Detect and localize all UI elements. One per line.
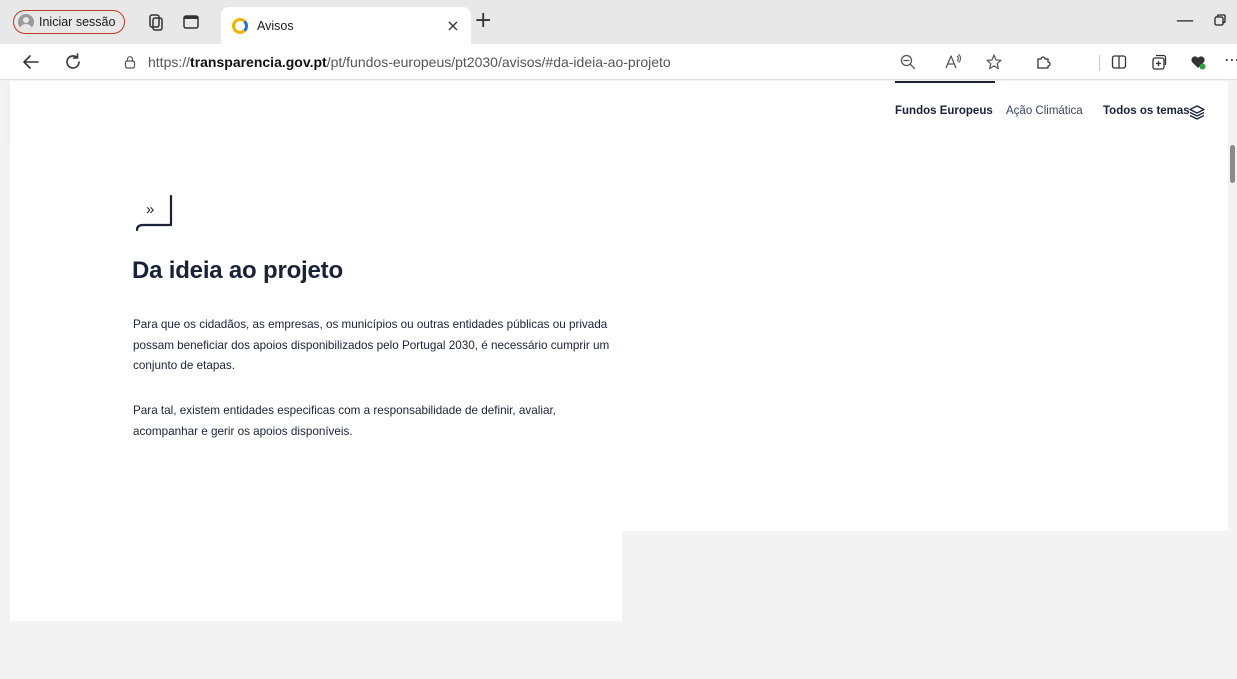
site-header: Fundos Europeus Ação Climática Todos os … — [10, 81, 1228, 141]
profile-label: Iniciar sessão — [39, 15, 116, 29]
section-paragraph-1: Para que os cidadãos, as empresas, os mu… — [133, 318, 610, 372]
profile-avatar-icon — [18, 14, 34, 30]
tab-actions-icon[interactable] — [181, 12, 201, 32]
page-scrollbar[interactable] — [1228, 81, 1237, 679]
section-paragraph-2: Para tal, existem entidades especificas … — [133, 404, 556, 438]
back-arrow-icon[interactable] — [20, 51, 42, 73]
collections-icon[interactable] — [1150, 53, 1168, 71]
section-icon-glyph: » — [146, 201, 154, 218]
idea-arrow-icon: » — [135, 194, 173, 232]
browser-tab-bar: Iniciar sessão Avisos × + — — [0, 0, 1237, 44]
nav-fundos-europeus[interactable]: Fundos Europeus — [895, 105, 993, 117]
extensions-icon[interactable] — [1034, 53, 1052, 71]
close-tab-icon[interactable]: × — [445, 16, 461, 35]
url-text: https://transparencia.gov.pt/pt/fundos-e… — [148, 54, 671, 70]
section-title: Da ideia ao projeto — [132, 257, 343, 284]
content-panel-right — [622, 141, 1228, 531]
browser-essentials-icon[interactable] — [1189, 53, 1207, 71]
tab-title: Avisos — [257, 18, 294, 33]
site-info-icon[interactable] — [123, 55, 137, 69]
tab-avisos[interactable]: Avisos × — [221, 7, 471, 44]
content-panel — [10, 141, 622, 621]
toolbar-separator — [1099, 55, 1100, 71]
address-bar[interactable]: https://transparencia.gov.pt/pt/fundos-e… — [107, 48, 1022, 76]
refresh-icon[interactable] — [62, 51, 84, 73]
new-tab-button[interactable]: + — [474, 10, 492, 32]
browser-toolbar: https://transparencia.gov.pt/pt/fundos-e… — [0, 44, 1237, 80]
scrollbar-thumb[interactable] — [1230, 145, 1235, 183]
url-domain: transparencia.gov.pt — [190, 54, 327, 70]
url-prefix: https:// — [148, 54, 191, 70]
split-screen-icon[interactable] — [1110, 53, 1128, 71]
nav-todos-os-temas[interactable]: Todos os temas — [1103, 105, 1190, 117]
site-favicon-icon — [232, 17, 248, 34]
zoom-out-icon[interactable] — [899, 53, 917, 71]
web-page: Fundos Europeus Ação Climática Todos os … — [10, 81, 1228, 679]
settings-more-icon[interactable]: ⋯ — [1224, 50, 1237, 69]
profile-button[interactable]: Iniciar sessão — [13, 10, 126, 34]
url-path: /pt/fundos-europeus/pt2030/avisos/#da-id… — [326, 54, 671, 70]
read-aloud-icon[interactable] — [944, 53, 962, 71]
restore-window-icon[interactable] — [1214, 14, 1226, 26]
workspaces-icon[interactable] — [145, 12, 165, 32]
nav-acao-climatica[interactable]: Ação Climática — [1006, 105, 1083, 117]
layers-icon[interactable] — [1188, 103, 1206, 121]
active-nav-indicator — [895, 81, 995, 83]
favorite-star-icon[interactable] — [985, 53, 1003, 71]
minimize-window-button[interactable]: — — [1176, 10, 1194, 31]
